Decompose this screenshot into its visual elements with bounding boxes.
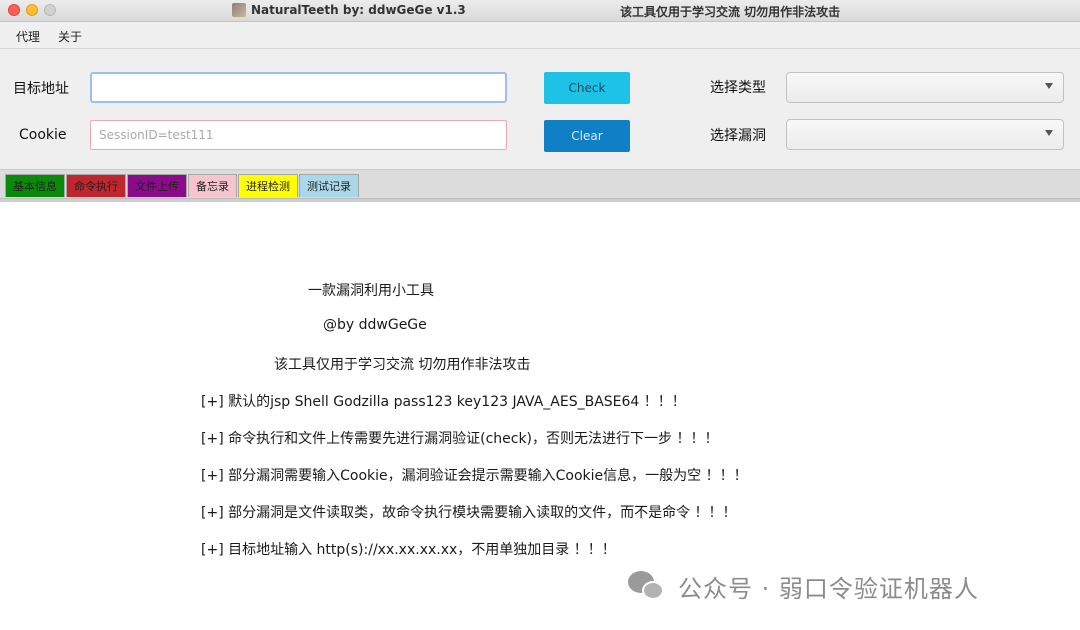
- content-note: [+] 部分漏洞是文件读取类，故命令执行模块需要输入读取的文件，而不是命令 ！！…: [201, 505, 737, 521]
- minimize-window-button[interactable]: [26, 4, 38, 16]
- content-note: [+] 部分漏洞需要输入Cookie，漏洞验证会提示需要输入Cookie信息，一…: [201, 468, 748, 484]
- cookie-input[interactable]: [90, 120, 507, 150]
- tab-memo[interactable]: 备忘录: [188, 174, 237, 197]
- menu-item-about[interactable]: 关于: [58, 28, 82, 45]
- tab-content-panel: 一款漏洞利用小工具 @by ddwGeGe 该工具仅用于学习交流 切勿用作非法攻…: [0, 202, 1080, 630]
- chevron-down-icon: [1045, 130, 1053, 136]
- select-type-dropdown[interactable]: [786, 72, 1064, 103]
- select-vuln-label: 选择漏洞: [710, 128, 766, 144]
- target-url-input[interactable]: [90, 72, 507, 103]
- cookie-label: Cookie: [19, 127, 67, 143]
- clear-button[interactable]: Clear: [544, 120, 630, 152]
- wechat-icon: [626, 569, 668, 603]
- content-note: [+] 目标地址输入 http(s)://xx.xx.xx.xx，不用单独加目录…: [201, 542, 616, 558]
- app-icon: [232, 3, 246, 17]
- watermark-text: 公众号 · 弱口令验证机器人: [678, 574, 979, 603]
- content-heading: 一款漏洞利用小工具: [308, 283, 434, 299]
- tab-bar: 基本信息 命令执行 文件上传 备忘录 进程检测 测试记录: [0, 169, 1080, 199]
- content-note: [+] 命令执行和文件上传需要先进行漏洞验证(check)，否则无法进行下一步 …: [201, 431, 719, 447]
- content-warning: 该工具仅用于学习交流 切勿用作非法攻击: [274, 357, 531, 373]
- tab-command-exec[interactable]: 命令执行: [66, 174, 126, 197]
- window-titlebar: NaturalTeeth by: ddwGeGe v1.3 该工具仅用于学习交流…: [0, 0, 1080, 22]
- select-type-label: 选择类型: [710, 80, 766, 96]
- content-note: [+] 默认的jsp Shell Godzilla pass123 key123…: [201, 394, 686, 410]
- chevron-down-icon: [1045, 83, 1053, 89]
- tab-file-upload[interactable]: 文件上传: [127, 174, 187, 197]
- target-url-label: 目标地址: [13, 81, 69, 97]
- check-button[interactable]: Check: [544, 72, 630, 104]
- window-title-warning: 该工具仅用于学习交流 切勿用作非法攻击: [620, 5, 841, 19]
- menu-bar: 代理 关于: [0, 22, 1080, 49]
- window-title: NaturalTeeth by: ddwGeGe v1.3: [251, 3, 466, 17]
- tab-test-log[interactable]: 测试记录: [299, 174, 359, 197]
- select-vuln-dropdown[interactable]: [786, 119, 1064, 150]
- content-author: @by ddwGeGe: [323, 317, 427, 333]
- menu-item-proxy[interactable]: 代理: [16, 28, 40, 45]
- watermark: 公众号 · 弱口令验证机器人: [626, 568, 979, 604]
- maximize-window-button[interactable]: [44, 4, 56, 16]
- form-panel: 目标地址 Cookie Check Clear 选择类型 选择漏洞: [0, 49, 1080, 169]
- close-window-button[interactable]: [8, 4, 20, 16]
- tab-basic-info[interactable]: 基本信息: [5, 174, 65, 197]
- tab-process-check[interactable]: 进程检测: [238, 174, 298, 197]
